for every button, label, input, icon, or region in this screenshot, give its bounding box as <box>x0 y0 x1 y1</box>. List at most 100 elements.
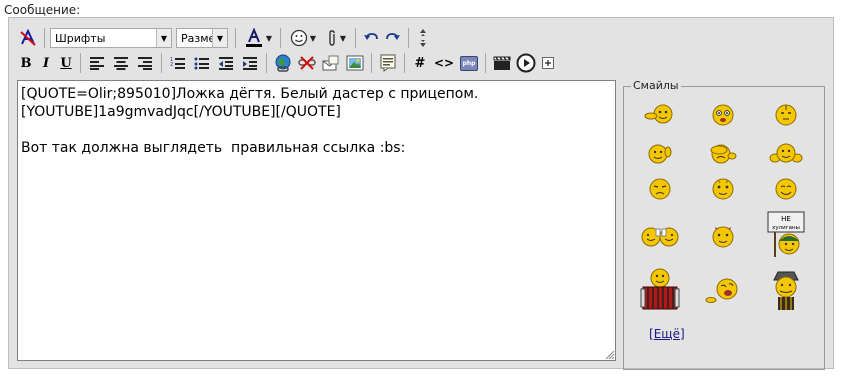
remove-format-button[interactable] <box>17 28 39 48</box>
email-icon <box>322 55 339 71</box>
wrap-php-button[interactable]: php <box>458 53 480 73</box>
ordered-list-icon: 1 2 <box>170 57 185 69</box>
chevron-down-icon: ▼ <box>309 33 317 43</box>
toolbar-separator <box>266 53 267 73</box>
toolbar-separator <box>355 28 356 48</box>
toolbar-separator <box>80 53 81 73</box>
outdent-button[interactable] <box>215 53 237 73</box>
svg-text:2: 2 <box>170 62 173 68</box>
editor-panel: Шрифты ▼ Разме ▼ ▼ ▼ ▼ B I U 1 2 # <> ph… <box>8 17 834 370</box>
align-right-icon <box>138 57 152 70</box>
php-icon-label: php <box>462 59 476 67</box>
smiley-icon <box>290 29 308 47</box>
unlink-icon <box>298 56 316 70</box>
smilies-title: Смайлы <box>631 79 681 92</box>
indent-button[interactable] <box>239 53 261 73</box>
italic-button[interactable]: I <box>37 53 55 73</box>
wrap-html-button[interactable]: <> <box>432 53 456 73</box>
undo-icon <box>364 33 378 40</box>
underline-button[interactable]: U <box>57 53 75 73</box>
resize-grip-icon[interactable] <box>605 350 615 360</box>
paperclip-icon <box>329 30 335 46</box>
smilies-box: Смайлы НЕ хулиганы [Ещё] <box>623 79 825 370</box>
wrap-code-hash-button[interactable]: # <box>410 53 430 73</box>
smiley-surprised-icon <box>712 178 734 200</box>
attachment-button[interactable]: ▼ <box>322 28 350 48</box>
size-select-value: Разме <box>181 31 216 45</box>
insert-media-button[interactable] <box>515 53 537 73</box>
insert-link-button[interactable] <box>272 53 294 73</box>
smiley-accordion[interactable] <box>630 263 690 317</box>
quote-icon <box>380 54 396 72</box>
smiley-sad[interactable] <box>630 171 690 207</box>
smiley-devil-icon <box>712 226 734 248</box>
globe-link-icon <box>275 54 291 72</box>
smiley-laughing-rolling-icon <box>705 278 738 303</box>
align-center-button[interactable] <box>110 53 132 73</box>
remove-link-button[interactable] <box>296 53 318 73</box>
clapperboard-icon <box>493 56 511 70</box>
smiley-accordion-icon <box>640 268 680 310</box>
bold-button[interactable]: B <box>17 53 35 73</box>
insert-video-button[interactable] <box>491 53 513 73</box>
smiley-thinking[interactable] <box>756 95 816 135</box>
chevron-down-icon: ▼ <box>265 33 273 43</box>
message-textarea[interactable]: [QUOTE=Olir;895010]Ложка дёгтя. Белый да… <box>17 80 616 361</box>
undo-button[interactable] <box>361 28 381 48</box>
chevron-down-icon: ▼ <box>212 29 227 47</box>
image-icon <box>346 55 364 71</box>
smiley-drinking-buddies-icon <box>641 227 679 247</box>
insert-image-button[interactable] <box>344 53 366 73</box>
smiley-hugging[interactable] <box>756 135 816 171</box>
smiley-happy-icon <box>775 178 797 200</box>
text-color-icon <box>245 28 262 47</box>
remove-format-icon <box>20 29 36 46</box>
more-smilies-link[interactable]: [Ещё] <box>649 327 685 341</box>
smiley-devil[interactable] <box>693 207 753 263</box>
play-circle-icon <box>516 53 536 73</box>
toolbar-row-1: Шрифты ▼ Разме ▼ ▼ ▼ ▼ <box>17 26 434 50</box>
redo-button[interactable] <box>383 28 403 48</box>
plus-box-icon <box>542 57 554 69</box>
ordered-list-button[interactable]: 1 2 <box>167 53 189 73</box>
smiley-facepalm[interactable] <box>693 135 753 171</box>
toolbar-separator <box>161 53 162 73</box>
smiley-hugging-icon <box>769 143 803 163</box>
smiley-shocked[interactable] <box>693 95 753 135</box>
smiley-old-man-hat[interactable] <box>756 263 816 317</box>
toolbar-separator <box>44 28 45 48</box>
sign-text-top: НЕ <box>781 215 791 223</box>
align-right-button[interactable] <box>134 53 156 73</box>
toolbar-separator <box>371 53 372 73</box>
redo-icon <box>386 33 400 40</box>
resize-editor-button[interactable] <box>414 28 432 48</box>
insert-email-button[interactable] <box>320 53 342 73</box>
more-smilies-link-text[interactable]: Ещё <box>654 327 680 341</box>
resize-vertical-icon <box>420 29 426 47</box>
smiley-drinking-buddies[interactable] <box>630 207 690 263</box>
align-left-icon <box>90 57 104 70</box>
smiley-old-man-hat-icon <box>773 271 799 310</box>
smiley-sign-not-hooligans[interactable]: НЕ хулиганы <box>756 207 816 263</box>
unordered-list-button[interactable] <box>191 53 213 73</box>
unordered-list-icon <box>194 57 209 70</box>
insert-quote-button[interactable] <box>377 53 399 73</box>
smiley-happy[interactable] <box>756 171 816 207</box>
align-left-button[interactable] <box>86 53 108 73</box>
font-select[interactable]: Шрифты ▼ <box>50 28 172 48</box>
smiley-surprised[interactable] <box>693 171 753 207</box>
size-select[interactable]: Разме ▼ <box>176 28 228 48</box>
toolbar-separator <box>235 28 236 48</box>
expand-toolbar-button[interactable] <box>539 53 557 73</box>
insert-smiley-button[interactable]: ▼ <box>286 28 320 48</box>
font-select-value: Шрифты <box>55 31 106 45</box>
smiley-laughing-rolling[interactable] <box>693 263 753 317</box>
message-label: Сообщение: <box>4 3 81 17</box>
align-center-icon <box>114 57 128 70</box>
text-color-button[interactable]: ▼ <box>241 28 275 48</box>
smiley-pointing[interactable] <box>630 95 690 135</box>
chevron-down-icon: ▼ <box>156 29 171 47</box>
smiley-waving[interactable] <box>630 135 690 171</box>
smiley-pointing-icon <box>644 104 673 124</box>
smiley-thinking-icon <box>775 104 797 126</box>
